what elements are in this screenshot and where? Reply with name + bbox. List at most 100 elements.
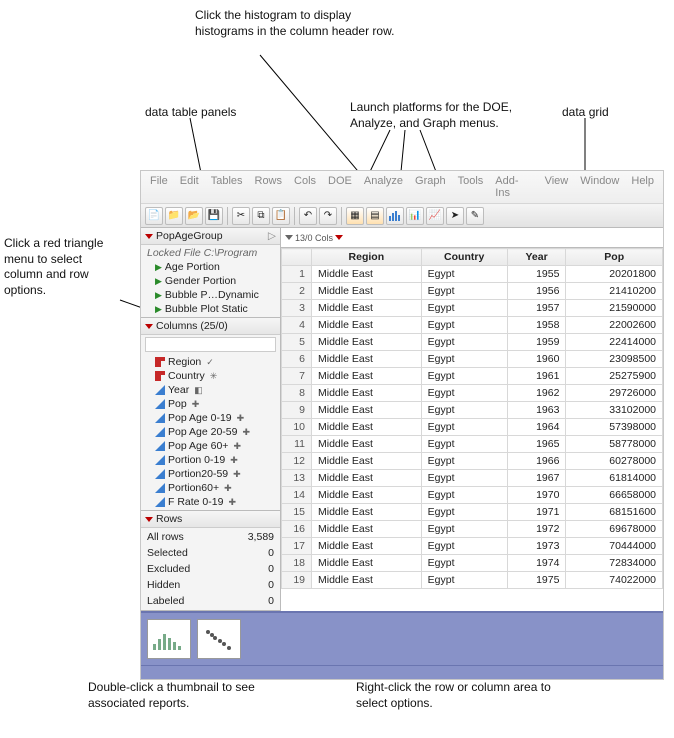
row-number[interactable]: 13 xyxy=(282,470,312,487)
table-row[interactable]: 5Middle EastEgypt195922414000 xyxy=(282,334,663,351)
cell-pop[interactable]: 21410200 xyxy=(566,283,663,300)
cell-year[interactable]: 1957 xyxy=(507,300,566,317)
cell-year[interactable]: 1972 xyxy=(507,521,566,538)
cell-year[interactable]: 1965 xyxy=(507,436,566,453)
table-row[interactable]: 12Middle EastEgypt196660278000 xyxy=(282,453,663,470)
red-triangle-icon[interactable] xyxy=(145,234,153,239)
cell-pop[interactable]: 25275900 xyxy=(566,368,663,385)
menu-view[interactable]: View xyxy=(540,173,574,201)
cell-region[interactable]: Middle East xyxy=(312,317,422,334)
cell-region[interactable]: Middle East xyxy=(312,351,422,368)
cut-icon[interactable]: ✂ xyxy=(232,207,250,225)
table-row[interactable]: 15Middle EastEgypt197168151600 xyxy=(282,504,663,521)
row-number[interactable]: 18 xyxy=(282,555,312,572)
cell-pop[interactable]: 68151600 xyxy=(566,504,663,521)
red-triangle-icon[interactable] xyxy=(145,324,153,329)
column-item[interactable]: F Rate 0-19✚ xyxy=(141,495,280,509)
column-item[interactable]: Country✳ xyxy=(141,369,280,383)
table-row[interactable]: 1Middle EastEgypt195520201800 xyxy=(282,266,663,283)
new-doc-icon[interactable]: 📄 xyxy=(145,207,163,225)
pencil-icon[interactable]: ✎ xyxy=(466,207,484,225)
cell-year[interactable]: 1974 xyxy=(507,555,566,572)
graph-icon[interactable]: 📈 xyxy=(426,207,444,225)
row-number[interactable]: 7 xyxy=(282,368,312,385)
menu-edit[interactable]: Edit xyxy=(175,173,204,201)
cell-pop[interactable]: 69678000 xyxy=(566,521,663,538)
cell-region[interactable]: Middle East xyxy=(312,402,422,419)
table-row[interactable]: 10Middle EastEgypt196457398000 xyxy=(282,419,663,436)
row-number[interactable]: 14 xyxy=(282,487,312,504)
cell-country[interactable]: Egypt xyxy=(421,317,507,334)
table-row[interactable]: 14Middle EastEgypt197066658000 xyxy=(282,487,663,504)
column-header[interactable]: Country xyxy=(421,249,507,266)
row-number[interactable]: 12 xyxy=(282,453,312,470)
data-table[interactable]: RegionCountryYearPop1Middle EastEgypt195… xyxy=(281,248,663,589)
cell-year[interactable]: 1959 xyxy=(507,334,566,351)
table-row[interactable]: 16Middle EastEgypt197269678000 xyxy=(282,521,663,538)
menu-file[interactable]: File xyxy=(145,173,173,201)
menu-rows[interactable]: Rows xyxy=(250,173,288,201)
row-number[interactable]: 1 xyxy=(282,266,312,283)
cell-pop[interactable]: 74022000 xyxy=(566,572,663,589)
cell-year[interactable]: 1973 xyxy=(507,538,566,555)
cell-pop[interactable]: 29726000 xyxy=(566,385,663,402)
cell-region[interactable]: Middle East xyxy=(312,368,422,385)
table-row[interactable]: 7Middle EastEgypt196125275900 xyxy=(282,368,663,385)
menu-help[interactable]: Help xyxy=(626,173,659,201)
table-row[interactable]: 2Middle EastEgypt195621410200 xyxy=(282,283,663,300)
cell-year[interactable]: 1958 xyxy=(507,317,566,334)
table-row[interactable]: 8Middle EastEgypt196229726000 xyxy=(282,385,663,402)
menu-doe[interactable]: DOE xyxy=(323,173,357,201)
cell-year[interactable]: 1962 xyxy=(507,385,566,402)
red-triangle-icon[interactable] xyxy=(335,235,343,240)
script-item[interactable]: ▶Bubble Plot Static xyxy=(141,302,280,316)
column-item[interactable]: Pop Age 60+✚ xyxy=(141,439,280,453)
cell-year[interactable]: 1971 xyxy=(507,504,566,521)
folder-icon[interactable]: 📁 xyxy=(165,207,183,225)
cell-country[interactable]: Egypt xyxy=(421,487,507,504)
cell-year[interactable]: 1961 xyxy=(507,368,566,385)
cell-country[interactable]: Egypt xyxy=(421,521,507,538)
cell-country[interactable]: Egypt xyxy=(421,334,507,351)
table-row[interactable]: 17Middle EastEgypt197370444000 xyxy=(282,538,663,555)
table-row[interactable]: 18Middle EastEgypt197472834000 xyxy=(282,555,663,572)
table-row[interactable]: 11Middle EastEgypt196558778000 xyxy=(282,436,663,453)
column-item[interactable]: Year◧ xyxy=(141,383,280,397)
column-item[interactable]: Portion60+✚ xyxy=(141,481,280,495)
cell-region[interactable]: Middle East xyxy=(312,453,422,470)
cell-region[interactable]: Middle East xyxy=(312,487,422,504)
cell-year[interactable]: 1956 xyxy=(507,283,566,300)
row-number[interactable]: 5 xyxy=(282,334,312,351)
cell-region[interactable]: Middle East xyxy=(312,504,422,521)
column-item[interactable]: Pop✚ xyxy=(141,397,280,411)
cell-pop[interactable]: 61814000 xyxy=(566,470,663,487)
rows-stat-row[interactable]: Selected0 xyxy=(143,546,278,560)
cell-region[interactable]: Middle East xyxy=(312,419,422,436)
cell-country[interactable]: Egypt xyxy=(421,504,507,521)
rows-stat-row[interactable]: Excluded0 xyxy=(143,562,278,576)
rows-stat-row[interactable]: All rows3,589 xyxy=(143,530,278,544)
cell-pop[interactable]: 57398000 xyxy=(566,419,663,436)
column-header[interactable]: Pop xyxy=(566,249,663,266)
report-thumbnail[interactable] xyxy=(197,619,241,659)
menu-analyze[interactable]: Analyze xyxy=(359,173,408,201)
row-number[interactable]: 9 xyxy=(282,402,312,419)
cell-year[interactable]: 1964 xyxy=(507,419,566,436)
cell-year[interactable]: 1960 xyxy=(507,351,566,368)
cell-region[interactable]: Middle East xyxy=(312,436,422,453)
rows-stat-row[interactable]: Hidden0 xyxy=(143,578,278,592)
cell-pop[interactable]: 22414000 xyxy=(566,334,663,351)
red-triangle-icon[interactable] xyxy=(145,517,153,522)
row-number[interactable]: 17 xyxy=(282,538,312,555)
cell-country[interactable]: Egypt xyxy=(421,351,507,368)
cell-country[interactable]: Egypt xyxy=(421,266,507,283)
cell-year[interactable]: 1966 xyxy=(507,453,566,470)
cell-region[interactable]: Middle East xyxy=(312,470,422,487)
grid-corner[interactable]: 13/0 Cols xyxy=(285,233,343,243)
menu-graph[interactable]: Graph xyxy=(410,173,451,201)
cell-year[interactable]: 1970 xyxy=(507,487,566,504)
cell-pop[interactable]: 66658000 xyxy=(566,487,663,504)
row-number[interactable]: 6 xyxy=(282,351,312,368)
cell-region[interactable]: Middle East xyxy=(312,555,422,572)
cell-country[interactable]: Egypt xyxy=(421,402,507,419)
